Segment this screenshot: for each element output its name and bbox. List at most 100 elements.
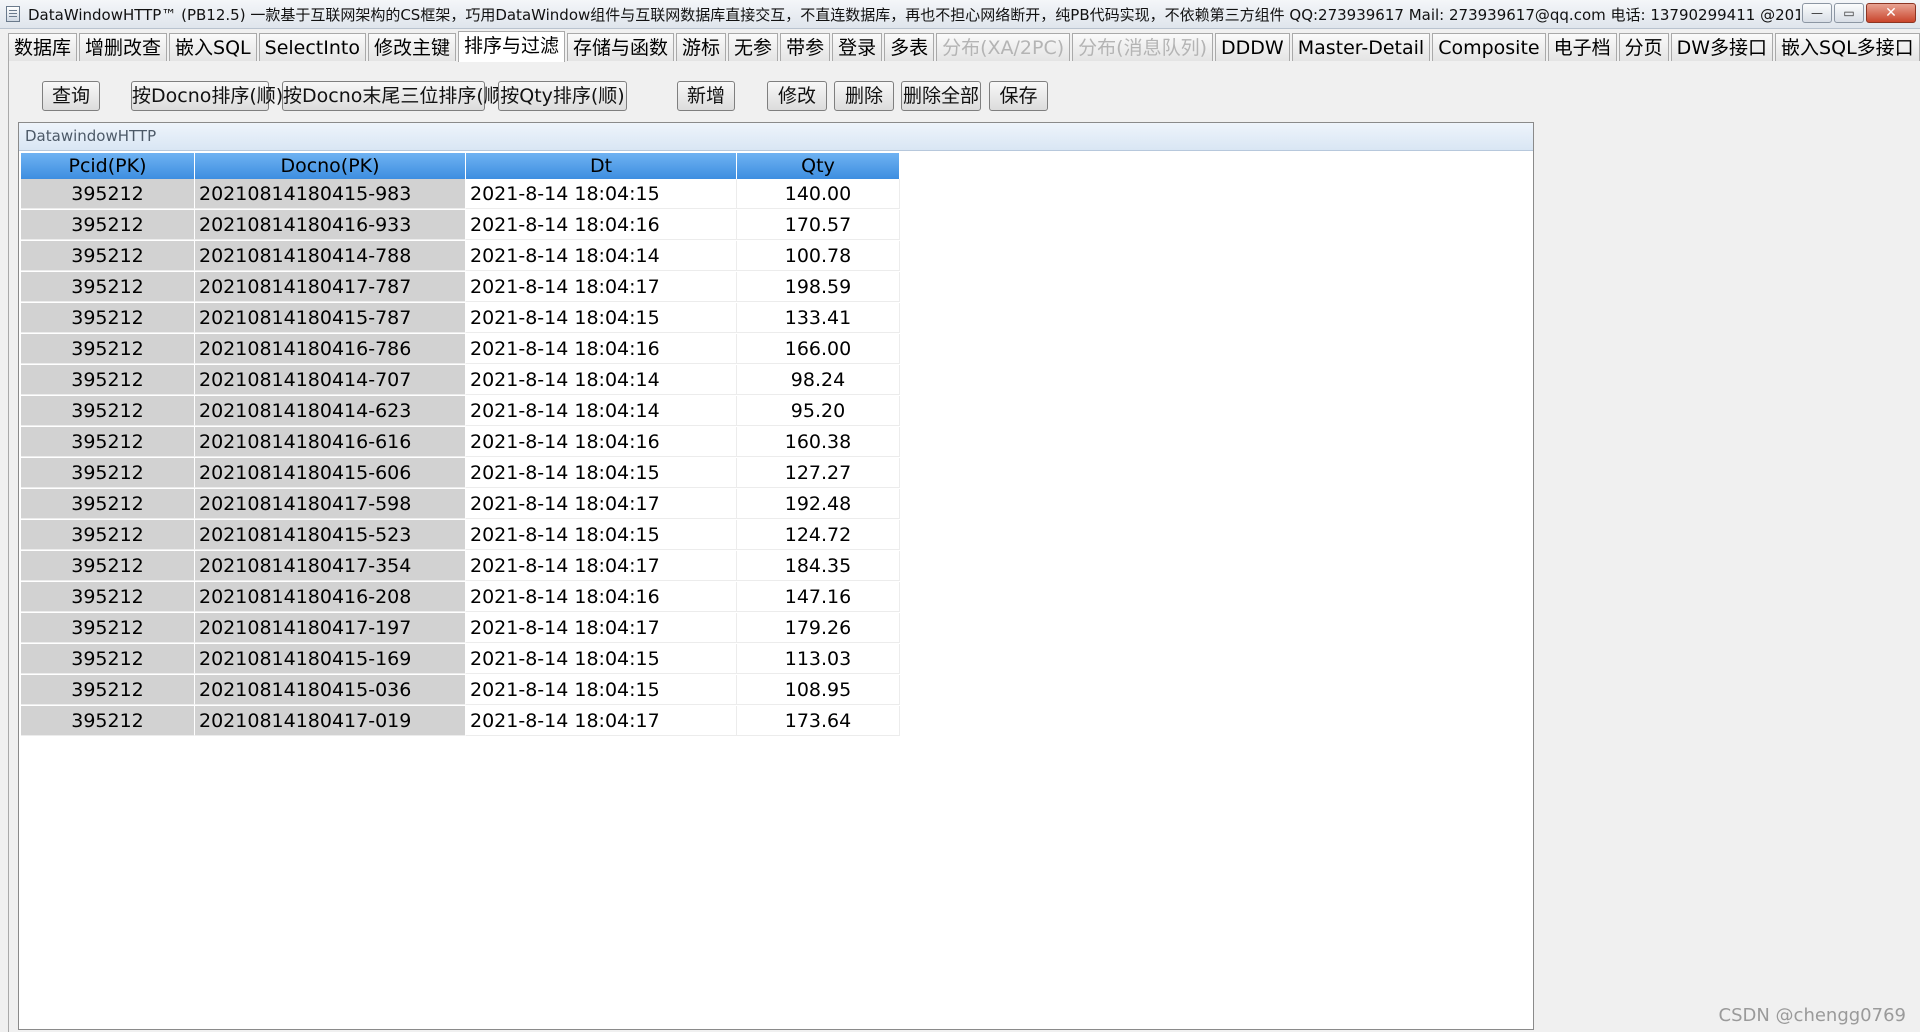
cell-dt[interactable]: 2021-8-14 18:04:16 (466, 582, 737, 612)
cell-pcid[interactable]: 395212 (21, 272, 195, 302)
tab-17[interactable]: 电子档 (1547, 33, 1617, 61)
table-row[interactable]: 395212 20210814180415-606 2021-8-14 18:04:… (21, 458, 900, 489)
cell-qty[interactable]: 108.95 (737, 675, 900, 705)
cell-docno[interactable]: 20210814180417-354 (195, 551, 466, 581)
column-header-docno[interactable]: Docno(PK) (195, 153, 466, 179)
column-header-qty[interactable]: Qty (737, 153, 900, 179)
cell-docno[interactable]: 20210814180416-933 (195, 210, 466, 240)
cell-dt[interactable]: 2021-8-14 18:04:15 (466, 520, 737, 550)
delete-button[interactable]: 删除 (834, 81, 894, 111)
table-row[interactable]: 395212 20210814180416-208 2021-8-14 18:04:… (21, 582, 900, 613)
cell-qty[interactable]: 160.38 (737, 427, 900, 457)
cell-dt[interactable]: 2021-8-14 18:04:15 (466, 644, 737, 674)
tab-18[interactable]: 分页 (1618, 33, 1669, 61)
table-row[interactable]: 395212 20210814180417-598 2021-8-14 18:04:… (21, 489, 900, 520)
cell-docno[interactable]: 20210814180415-523 (195, 520, 466, 550)
cell-docno[interactable]: 20210814180417-019 (195, 706, 466, 736)
cell-docno[interactable]: 20210814180415-606 (195, 458, 466, 488)
tab-7[interactable]: 游标 (676, 33, 727, 61)
cell-qty[interactable]: 127.27 (737, 458, 900, 488)
sort-docno-tail-button[interactable]: 按Docno末尾三位排序(顺) (282, 81, 510, 111)
cell-docno[interactable]: 20210814180414-707 (195, 365, 466, 395)
tab-2[interactable]: 嵌入SQL (169, 33, 257, 61)
cell-dt[interactable]: 2021-8-14 18:04:14 (466, 365, 737, 395)
cell-qty[interactable]: 170.57 (737, 210, 900, 240)
cell-docno[interactable]: 20210814180416-616 (195, 427, 466, 457)
cell-dt[interactable]: 2021-8-14 18:04:17 (466, 706, 737, 736)
cell-qty[interactable]: 133.41 (737, 303, 900, 333)
cell-dt[interactable]: 2021-8-14 18:04:15 (466, 458, 737, 488)
tab-16[interactable]: Composite (1432, 33, 1546, 61)
cell-qty[interactable]: 124.72 (737, 520, 900, 550)
table-row[interactable]: 395212 20210814180416-616 2021-8-14 18:04:… (21, 427, 900, 458)
cell-pcid[interactable]: 395212 (21, 179, 195, 209)
tab-0[interactable]: 数据库 (8, 33, 78, 61)
cell-docno[interactable]: 20210814180415-169 (195, 644, 466, 674)
cell-dt[interactable]: 2021-8-14 18:04:14 (466, 396, 737, 426)
tab-14[interactable]: DDDW (1215, 33, 1290, 61)
cell-docno[interactable]: 20210814180415-036 (195, 675, 466, 705)
cell-qty[interactable]: 95.20 (737, 396, 900, 426)
tab-5[interactable]: 排序与过滤 (458, 31, 566, 62)
tab-10[interactable]: 登录 (832, 33, 883, 61)
cell-dt[interactable]: 2021-8-14 18:04:16 (466, 334, 737, 364)
sort-qty-button[interactable]: 按Qty排序(顺) (498, 81, 627, 111)
cell-docno[interactable]: 20210814180417-787 (195, 272, 466, 302)
cell-dt[interactable]: 2021-8-14 18:04:17 (466, 613, 737, 643)
cell-pcid[interactable]: 395212 (21, 303, 195, 333)
table-row[interactable]: 395212 20210814180416-786 2021-8-14 18:04:… (21, 334, 900, 365)
tab-3[interactable]: SelectInto (258, 33, 366, 61)
cell-dt[interactable]: 2021-8-14 18:04:16 (466, 210, 737, 240)
table-row[interactable]: 395212 20210814180417-197 2021-8-14 18:04:… (21, 613, 900, 644)
tab-8[interactable]: 无参 (728, 33, 779, 61)
cell-pcid[interactable]: 395212 (21, 365, 195, 395)
cell-pcid[interactable]: 395212 (21, 551, 195, 581)
cell-qty[interactable]: 98.24 (737, 365, 900, 395)
edit-button[interactable]: 修改 (767, 81, 827, 111)
close-button[interactable]: ✕ (1866, 3, 1916, 23)
cell-docno[interactable]: 20210814180414-788 (195, 241, 466, 271)
tab-19[interactable]: DW多接口 (1670, 33, 1774, 61)
query-button[interactable]: 查询 (42, 81, 100, 111)
cell-qty[interactable]: 184.35 (737, 551, 900, 581)
table-row[interactable]: 395212 20210814180415-787 2021-8-14 18:04:… (21, 303, 900, 334)
cell-docno[interactable]: 20210814180415-787 (195, 303, 466, 333)
cell-qty[interactable]: 166.00 (737, 334, 900, 364)
table-row[interactable]: 395212 20210814180417-354 2021-8-14 18:04:… (21, 551, 900, 582)
tab-1[interactable]: 增删改查 (79, 33, 168, 61)
cell-qty[interactable]: 100.78 (737, 241, 900, 271)
cell-qty[interactable]: 113.03 (737, 644, 900, 674)
cell-dt[interactable]: 2021-8-14 18:04:17 (466, 551, 737, 581)
cell-dt[interactable]: 2021-8-14 18:04:17 (466, 489, 737, 519)
delete-all-button[interactable]: 删除全部 (901, 81, 981, 111)
cell-docno[interactable]: 20210814180417-598 (195, 489, 466, 519)
table-row[interactable]: 395212 20210814180414-788 2021-8-14 18:04:… (21, 241, 900, 272)
cell-dt[interactable]: 2021-8-14 18:04:15 (466, 303, 737, 333)
cell-dt[interactable]: 2021-8-14 18:04:15 (466, 179, 737, 209)
cell-pcid[interactable]: 395212 (21, 396, 195, 426)
cell-pcid[interactable]: 395212 (21, 489, 195, 519)
cell-pcid[interactable]: 395212 (21, 241, 195, 271)
cell-pcid[interactable]: 395212 (21, 675, 195, 705)
cell-pcid[interactable]: 395212 (21, 427, 195, 457)
cell-pcid[interactable]: 395212 (21, 334, 195, 364)
tab-9[interactable]: 带参 (780, 33, 831, 61)
add-button[interactable]: 新增 (677, 81, 735, 111)
sort-docno-button[interactable]: 按Docno排序(顺) (131, 81, 283, 111)
table-row[interactable]: 395212 20210814180414-623 2021-8-14 18:04:… (21, 396, 900, 427)
cell-qty[interactable]: 198.59 (737, 272, 900, 302)
column-header-pcid[interactable]: Pcid(PK) (21, 153, 195, 179)
tab-20[interactable]: 嵌入SQL多接口 (1775, 33, 1920, 61)
cell-docno[interactable]: 20210814180415-983 (195, 179, 466, 209)
cell-dt[interactable]: 2021-8-14 18:04:16 (466, 427, 737, 457)
tab-6[interactable]: 存储与函数 (567, 33, 675, 61)
table-row[interactable]: 395212 20210814180417-787 2021-8-14 18:04:… (21, 272, 900, 303)
table-row[interactable]: 395212 20210814180416-933 2021-8-14 18:04:… (21, 210, 900, 241)
column-header-dt[interactable]: Dt (466, 153, 737, 179)
cell-pcid[interactable]: 395212 (21, 520, 195, 550)
cell-dt[interactable]: 2021-8-14 18:04:15 (466, 675, 737, 705)
cell-pcid[interactable]: 395212 (21, 644, 195, 674)
cell-docno[interactable]: 20210814180417-197 (195, 613, 466, 643)
cell-qty[interactable]: 140.00 (737, 179, 900, 209)
table-row[interactable]: 395212 20210814180415-983 2021-8-14 18:04:… (21, 179, 900, 210)
